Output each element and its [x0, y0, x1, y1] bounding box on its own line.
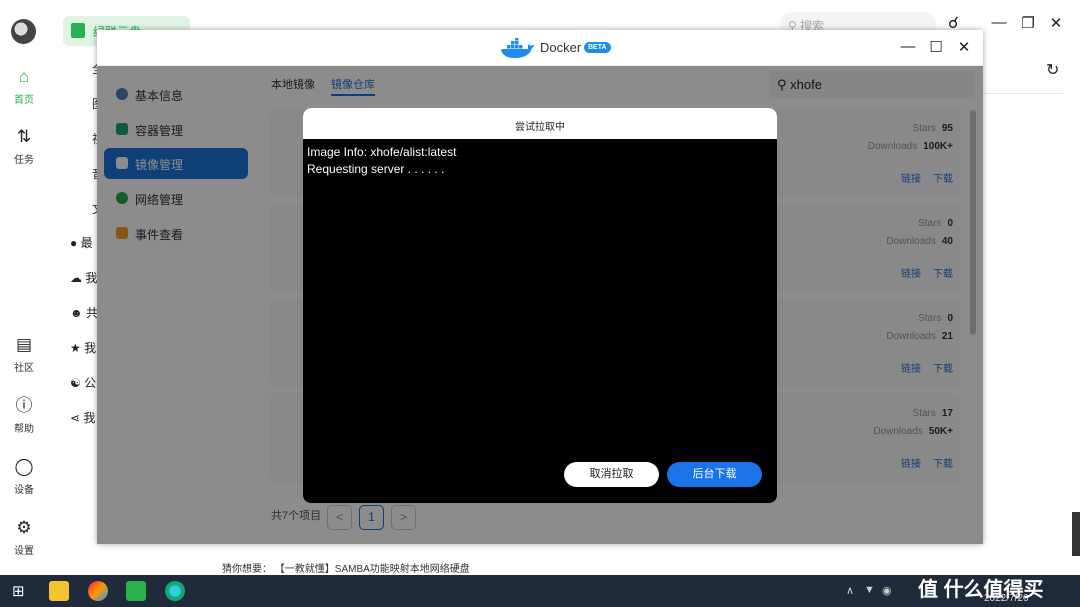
- folder-icon: [71, 23, 85, 38]
- rail-item-settings[interactable]: ⚙ 设置: [0, 517, 48, 557]
- docker-close-icon[interactable]: ✕: [955, 38, 973, 56]
- settings-icon: ⚙: [16, 518, 32, 537]
- tray-shield-icon[interactable]: ▼: [864, 584, 875, 596]
- refresh-icon[interactable]: ↻: [1046, 60, 1059, 80]
- outer-nav-item[interactable]: ☯ 公: [70, 374, 96, 391]
- docker-titlebar: Docker BETA — ☐ ✕: [97, 30, 983, 66]
- pull-dialog: 尝试拉取中 Image Info: xhofe/alist:latest Req…: [303, 108, 777, 503]
- console-line: Requesting server . . . . . .: [307, 162, 445, 176]
- outer-scrollbar[interactable]: [1072, 512, 1080, 556]
- pull-console: Image Info: xhofe/alist:latest Requestin…: [307, 144, 456, 178]
- outer-nav-item[interactable]: ● 最: [70, 234, 93, 251]
- rail-item-home[interactable]: ⌂ 首页: [0, 66, 48, 106]
- outer-nav-item[interactable]: ⋖ 我: [70, 409, 95, 426]
- help-icon: ⓘ: [15, 396, 33, 415]
- windows-start-icon[interactable]: ⊞: [12, 582, 25, 600]
- home-icon: ⌂: [18, 67, 30, 86]
- outer-nav-item[interactable]: ☻ 共: [70, 304, 98, 321]
- rail-item-community[interactable]: ▤ 社区: [0, 334, 48, 374]
- console-line: Image Info: xhofe/alist:latest: [307, 145, 457, 159]
- suggestion-bar[interactable]: 猜你想要： 【一教就懂】SAMBA功能映射本地网络硬盘: [205, 553, 1080, 575]
- tray-arrow-icon[interactable]: ∧: [846, 584, 854, 597]
- watermark-logo: 值 什么值得买: [918, 579, 1044, 601]
- transfer-icon: ⇅: [16, 127, 32, 146]
- dialog-title: 尝试拉取中: [303, 108, 777, 139]
- docker-minimize-icon[interactable]: —: [899, 38, 917, 55]
- chat-icon: ▤: [15, 335, 33, 354]
- outer-nav-item[interactable]: ☁ 我: [70, 269, 97, 286]
- avatar[interactable]: [11, 19, 36, 44]
- tray-app-icon[interactable]: ◉: [882, 584, 892, 597]
- minimize-icon[interactable]: —: [990, 14, 1008, 31]
- cancel-pull-button[interactable]: 取消拉取: [564, 462, 659, 487]
- edge-browser-icon[interactable]: [165, 581, 185, 601]
- rail-item-tasks[interactable]: ⇅ 任务: [0, 126, 48, 166]
- outer-nav-item[interactable]: ★ 我: [70, 339, 96, 356]
- device-icon: ◯: [14, 457, 34, 476]
- file-explorer-icon[interactable]: [49, 581, 69, 601]
- app-icon[interactable]: [88, 581, 108, 601]
- docker-title: Docker: [540, 40, 582, 55]
- rail-item-device[interactable]: ◯ 设备: [0, 456, 48, 496]
- docker-whale-icon: [501, 38, 534, 58]
- docker-maximize-icon[interactable]: ☐: [927, 38, 945, 56]
- beta-badge: BETA: [584, 42, 611, 53]
- background-download-button[interactable]: 后台下载: [667, 462, 762, 487]
- ugreen-cloud-icon[interactable]: [126, 581, 146, 601]
- restore-icon[interactable]: ❐: [1019, 14, 1037, 32]
- rail-item-help[interactable]: ⓘ 帮助: [0, 395, 48, 435]
- app-rail: ⌂ 首页 ⇅ 任务 ▤ 社区 ⓘ 帮助 ◯ 设备 ⚙ 设置: [0, 0, 48, 575]
- close-icon[interactable]: ✕: [1047, 14, 1065, 32]
